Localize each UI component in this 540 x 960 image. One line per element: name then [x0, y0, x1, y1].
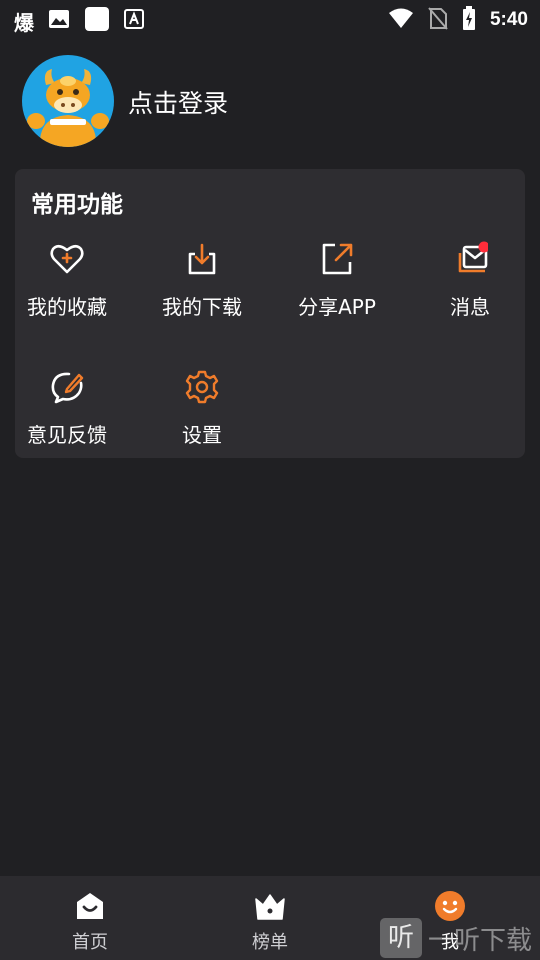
favorites-button[interactable]: 我的收藏 [2, 241, 132, 341]
nav-home-label: 首页 [72, 932, 108, 953]
favorites-label: 我的收藏 [27, 295, 107, 319]
heart-plus-icon [50, 244, 84, 274]
downloads-label: 我的下载 [162, 295, 242, 319]
messages-label: 消息 [450, 295, 490, 319]
nav-home[interactable]: 首页 [0, 876, 180, 960]
no-sim-icon [428, 6, 448, 34]
crown-icon [255, 894, 285, 920]
feedback-label: 意见反馈 [27, 423, 107, 447]
clock-time: 5:40 [489, 9, 528, 30]
common-functions-card: 常用功能 我的收藏 我的下载 分享APP 消息 意见反馈 设置 [15, 169, 525, 458]
share-icon [322, 243, 353, 275]
settings-button[interactable]: 设置 [137, 369, 267, 469]
image-icon [48, 9, 70, 33]
gear-icon [185, 370, 219, 404]
settings-label: 设置 [182, 423, 222, 447]
app-notification-char: 爆 [14, 10, 34, 35]
login-prompt[interactable]: 点击登录 [128, 84, 228, 120]
feedback-edit-icon [51, 372, 84, 404]
feedback-button[interactable]: 意见反馈 [2, 369, 132, 469]
watermark-text: 一听下载 [428, 926, 533, 956]
message-icon [458, 241, 488, 273]
card-title: 常用功能 [31, 192, 123, 218]
blank-square-icon [84, 6, 110, 36]
share-app-label: 分享APP [298, 295, 376, 319]
home-icon [77, 893, 103, 919]
avatar[interactable] [22, 55, 114, 147]
nav-charts-label: 榜单 [252, 932, 288, 953]
status-bar: 爆 5:40 [0, 0, 540, 38]
wifi-icon [388, 7, 414, 33]
battery-charging-icon [462, 6, 476, 34]
a-square-icon [124, 9, 144, 33]
messages-button[interactable]: 消息 [405, 241, 535, 341]
watermark: 听 一听下载 [380, 916, 540, 960]
downloads-button[interactable]: 我的下载 [137, 241, 267, 341]
nav-charts[interactable]: 榜单 [180, 876, 360, 960]
download-icon [188, 243, 216, 275]
watermark-logo: 听 [380, 918, 422, 958]
share-app-button[interactable]: 分享APP [272, 241, 402, 341]
